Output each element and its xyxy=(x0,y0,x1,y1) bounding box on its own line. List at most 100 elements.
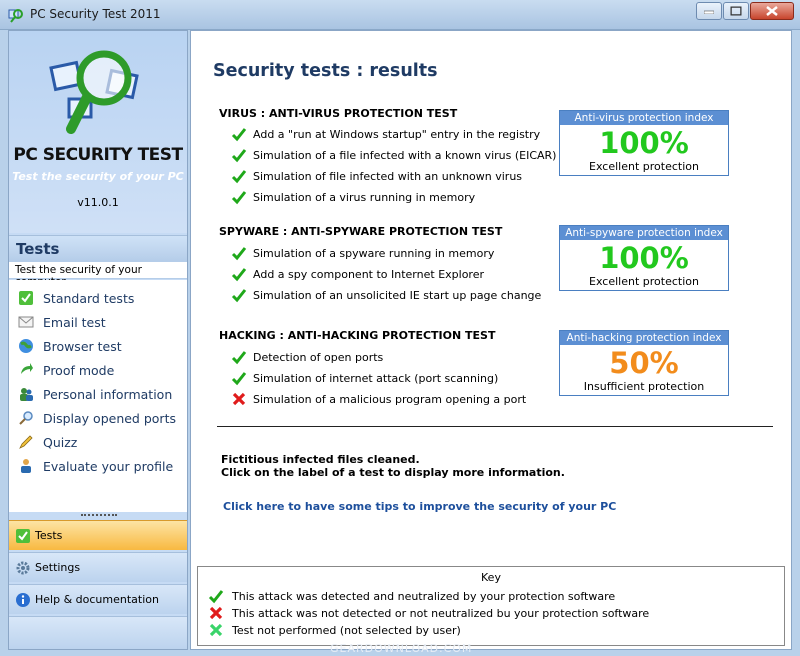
section-title-virus: VIRUS : ANTI-VIRUS PROTECTION TEST xyxy=(219,107,458,120)
page-title: Security tests : results xyxy=(213,61,438,81)
test-row[interactable]: Simulation of file infected with an unkn… xyxy=(231,167,522,185)
green-check-icon xyxy=(231,149,247,163)
key-title: Key xyxy=(481,571,501,584)
tests-menu: Standard tests Email test Browser test P… xyxy=(9,280,187,512)
key-label: This attack was detected and neutralized… xyxy=(232,589,616,603)
test-label: Detection of open ports xyxy=(253,350,384,364)
test-row[interactable]: Simulation of a file infected with a kno… xyxy=(231,146,556,164)
menu-item-label: Browser test xyxy=(43,338,122,354)
test-label: Add a spy component to Internet Explorer xyxy=(253,267,484,281)
menu-item-personal-information[interactable]: Personal information xyxy=(17,384,172,404)
nav-bottom-bar xyxy=(9,616,187,649)
index-label: Insufficient protection xyxy=(583,380,705,393)
globe-icon xyxy=(19,339,33,353)
close-icon xyxy=(766,6,778,16)
antihacking-index-box: Anti-hacking protection index 50% Insuff… xyxy=(559,330,729,396)
logo-title: PC SECURITY TEST xyxy=(13,145,183,165)
version-label: v11.0.1 xyxy=(77,196,119,209)
test-row[interactable]: Simulation of internet attack (port scan… xyxy=(231,369,498,387)
check-icon xyxy=(16,529,30,543)
menu-item-display-opened-ports[interactable]: Display opened ports xyxy=(17,408,176,428)
green-check-icon xyxy=(231,268,247,282)
logo-subtitle: Test the security of your PC xyxy=(12,170,184,183)
person-icon xyxy=(21,459,31,473)
notice-cleaned: Fictitious infected files cleaned. xyxy=(221,453,420,466)
green-check-icon xyxy=(231,128,247,142)
green-check-icon xyxy=(208,590,224,604)
nav-button-label: Help & documentation xyxy=(35,593,159,606)
minimize-button[interactable] xyxy=(696,2,722,20)
menu-item-label: Personal information xyxy=(43,386,173,402)
tests-description: Test the security of your computer xyxy=(9,261,187,288)
splitter-grip[interactable] xyxy=(81,514,117,518)
arrow-icon xyxy=(21,363,33,374)
test-row[interactable]: Simulation of an unsolicited IE start up… xyxy=(231,286,541,304)
menu-item-browser-test[interactable]: Browser test xyxy=(17,336,122,356)
nav-button-settings[interactable]: Settings xyxy=(9,552,187,582)
nav-button-label: Settings xyxy=(35,561,81,574)
index-value: 100% xyxy=(599,126,689,160)
nav-button-help[interactable]: Help & documentation xyxy=(9,584,187,614)
index-header: Anti-virus protection index xyxy=(560,111,728,125)
test-label: Simulation of an unsolicited IE start up… xyxy=(253,288,542,302)
index-label: Excellent protection xyxy=(589,160,699,173)
menu-item-label: Evaluate your profile xyxy=(43,458,174,474)
nav-button-tests[interactable]: Tests xyxy=(9,520,187,550)
green-check-icon xyxy=(231,289,247,303)
test-label: Add a "run at Windows startup" entry in … xyxy=(253,127,541,141)
section-title-spyware: SPYWARE : ANTI-SPYWARE PROTECTION TEST xyxy=(219,225,503,238)
minimize-icon xyxy=(704,10,714,14)
menu-item-quizz[interactable]: Quizz xyxy=(17,432,77,452)
test-label: Simulation of a spyware running in memor… xyxy=(253,246,495,260)
tests-section-header: Tests xyxy=(9,235,187,261)
security-tips-link[interactable]: Click here to have some tips to improve … xyxy=(223,500,616,513)
window-title: PC Security Test 2011 xyxy=(30,7,161,21)
test-row[interactable]: Simulation of a virus running in memory xyxy=(231,188,475,206)
key-row: Test not performed (not selected by user… xyxy=(208,622,461,638)
test-label: Simulation of a virus running in memory xyxy=(253,190,476,204)
pencil-icon xyxy=(19,435,33,449)
results-panel: Security tests : results VIRUS : ANTI-VI… xyxy=(190,30,792,650)
section-title-hacking: HACKING : ANTI-HACKING PROTECTION TEST xyxy=(219,329,496,342)
light-green-cross-icon xyxy=(209,623,223,637)
green-check-icon xyxy=(231,247,247,261)
test-row[interactable]: Simulation of a spyware running in memor… xyxy=(231,244,494,262)
check-icon xyxy=(19,291,33,305)
index-value: 100% xyxy=(599,241,689,275)
test-label: Simulation of a malicious program openin… xyxy=(253,392,527,406)
test-row[interactable]: Add a spy component to Internet Explorer xyxy=(231,265,484,283)
maximize-button[interactable] xyxy=(723,2,749,20)
watermark: GEARDOWNLOAD.COM xyxy=(330,642,473,655)
green-check-icon xyxy=(231,170,247,184)
test-label: Simulation of internet attack (port scan… xyxy=(253,371,499,385)
index-value: 50% xyxy=(609,346,679,380)
envelope-icon xyxy=(18,316,34,328)
menu-item-proof-mode[interactable]: Proof mode xyxy=(17,360,114,380)
green-check-icon xyxy=(231,372,247,386)
red-cross-icon xyxy=(209,606,223,620)
antispyware-index-box: Anti-spyware protection index 100% Excel… xyxy=(559,225,729,291)
users-icon xyxy=(20,388,33,401)
menu-item-label: Proof mode xyxy=(43,362,115,378)
menu-item-label: Standard tests xyxy=(43,290,135,306)
antivirus-index-box: Anti-virus protection index 100% Excelle… xyxy=(559,110,729,176)
test-label: Simulation of a file infected with a kno… xyxy=(253,148,557,162)
index-label: Excellent protection xyxy=(589,275,699,288)
app-icon xyxy=(8,9,23,23)
index-header: Anti-hacking protection index xyxy=(560,331,728,345)
logo-magnifier-icon xyxy=(49,50,139,134)
menu-item-email-test[interactable]: Email test xyxy=(17,312,106,332)
menu-item-evaluate-your-profile[interactable]: Evaluate your profile xyxy=(17,456,173,476)
test-label: Simulation of file infected with an unkn… xyxy=(253,169,523,183)
info-icon xyxy=(16,593,30,607)
key-label: Test not performed (not selected by user… xyxy=(232,623,461,637)
test-row[interactable]: Detection of open ports xyxy=(231,348,383,366)
key-row: This attack was not detected or not neut… xyxy=(208,605,649,621)
test-row[interactable]: Add a "run at Windows startup" entry in … xyxy=(231,125,540,143)
menu-item-label: Display opened ports xyxy=(43,410,176,426)
menu-item-standard-tests[interactable]: Standard tests xyxy=(17,288,134,308)
test-row[interactable]: Simulation of a malicious program openin… xyxy=(231,390,526,408)
maximize-icon xyxy=(730,6,742,16)
index-header: Anti-spyware protection index xyxy=(560,226,728,240)
close-button[interactable] xyxy=(750,2,794,20)
